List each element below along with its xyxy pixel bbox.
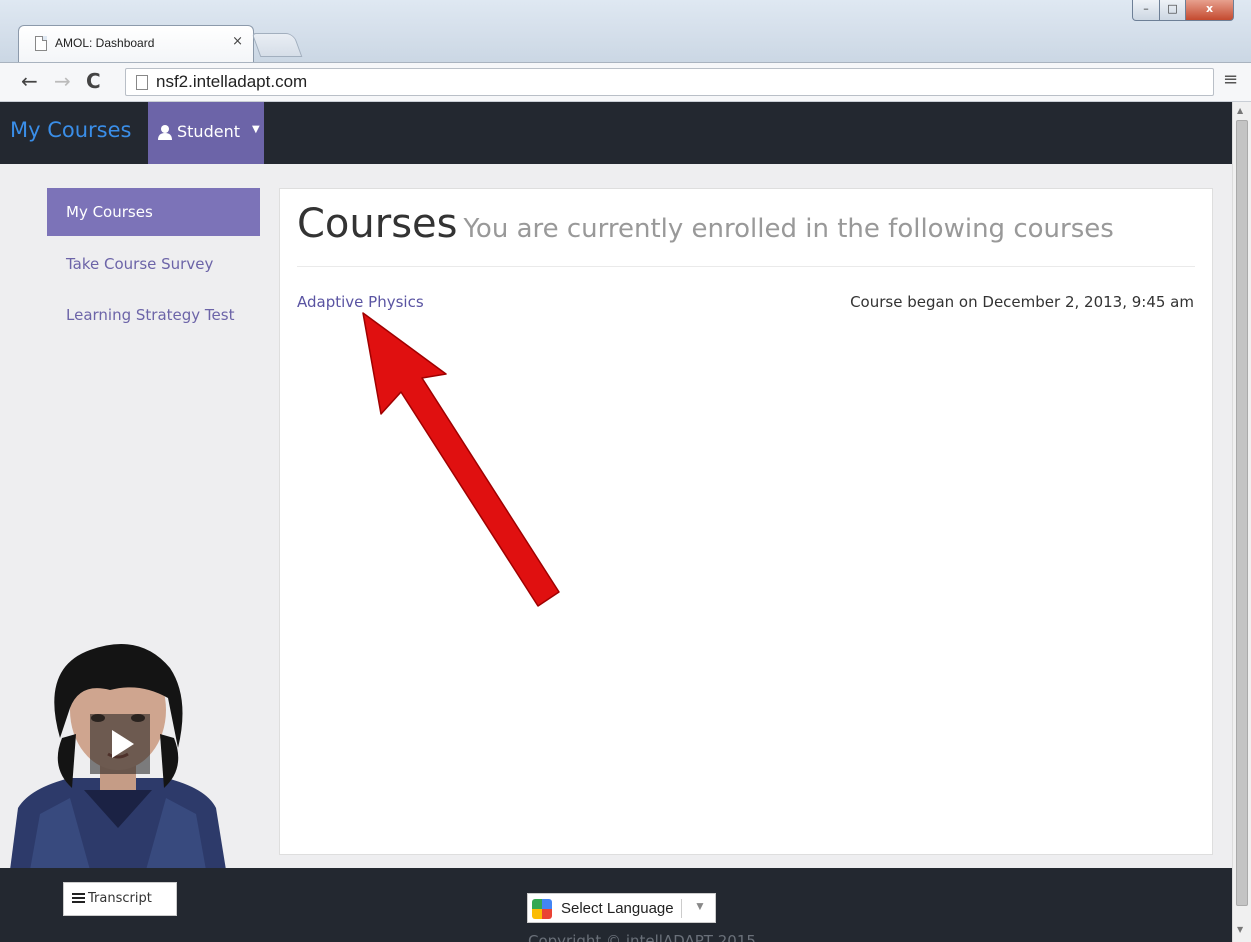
sidebar-item-take-course-survey[interactable]: Take Course Survey: [47, 240, 260, 288]
page-icon: [35, 36, 47, 51]
student-dropdown[interactable]: Student ▼: [148, 102, 264, 164]
transcript-button[interactable]: Transcript: [63, 882, 177, 916]
url-text[interactable]: nsf2.intelladapt.com: [156, 72, 307, 92]
browser-titlebar: AMOL: Dashboard × – □ x: [0, 0, 1251, 63]
page-icon: [136, 75, 148, 90]
courses-panel: Courses You are currently enrolled in the…: [279, 188, 1213, 855]
play-button[interactable]: [90, 714, 150, 774]
sidebar-item-my-courses[interactable]: My Courses: [47, 188, 260, 236]
browser-menu-icon[interactable]: ≡: [1223, 71, 1241, 89]
separator: [681, 899, 682, 918]
close-window-button[interactable]: x: [1185, 0, 1234, 21]
google-translate-icon: [532, 899, 552, 919]
tab-title: AMOL: Dashboard: [55, 36, 155, 50]
page-viewport: My Courses Student ▼ My Courses Take Cou…: [0, 102, 1232, 942]
address-bar[interactable]: nsf2.intelladapt.com: [125, 68, 1214, 96]
browser-toolbar: ← → C nsf2.intelladapt.com ≡: [0, 62, 1251, 102]
scroll-thumb[interactable]: [1236, 120, 1248, 906]
page-footer: Transcript Select Language ▼ Copyright ©…: [0, 868, 1232, 942]
scroll-up-icon[interactable]: ▲: [1237, 106, 1243, 115]
course-link-adaptive-physics[interactable]: Adaptive Physics: [297, 293, 424, 311]
vertical-scrollbar[interactable]: ▲ ▼: [1232, 102, 1251, 942]
brand-link[interactable]: My Courses: [10, 118, 131, 142]
browser-tab[interactable]: AMOL: Dashboard ×: [18, 25, 254, 63]
sidebar-item-learning-strategy-test[interactable]: Learning Strategy Test: [47, 291, 260, 339]
course-start-date: Course began on December 2, 2013, 9:45 a…: [850, 293, 1194, 311]
forward-arrow-icon[interactable]: →: [54, 69, 71, 93]
scroll-down-icon[interactable]: ▼: [1237, 925, 1243, 934]
divider: [297, 266, 1195, 267]
caret-down-icon: ▼: [252, 124, 260, 135]
language-select[interactable]: Select Language ▼: [527, 893, 716, 923]
student-label: Student: [177, 122, 240, 141]
reload-icon[interactable]: C: [86, 69, 101, 93]
caret-down-icon: ▼: [694, 899, 706, 913]
user-icon: [158, 125, 172, 140]
minimize-button[interactable]: –: [1132, 0, 1160, 21]
new-tab-button[interactable]: [251, 33, 303, 57]
transcript-label: Transcript: [88, 891, 152, 906]
copyright-text: Copyright © intellADAPT 2015: [528, 932, 756, 942]
tab-close-icon[interactable]: ×: [232, 34, 243, 49]
maximize-button[interactable]: □: [1159, 0, 1186, 21]
title-subtitle: You are currently enrolled in the follow…: [463, 214, 1114, 244]
title-main: Courses: [297, 201, 458, 247]
app-navbar: My Courses Student ▼: [0, 102, 1232, 164]
back-arrow-icon[interactable]: ←: [21, 69, 38, 93]
list-icon: [72, 893, 85, 903]
language-label: Select Language: [561, 900, 674, 917]
page-title: Courses You are currently enrolled in the…: [297, 201, 1114, 247]
